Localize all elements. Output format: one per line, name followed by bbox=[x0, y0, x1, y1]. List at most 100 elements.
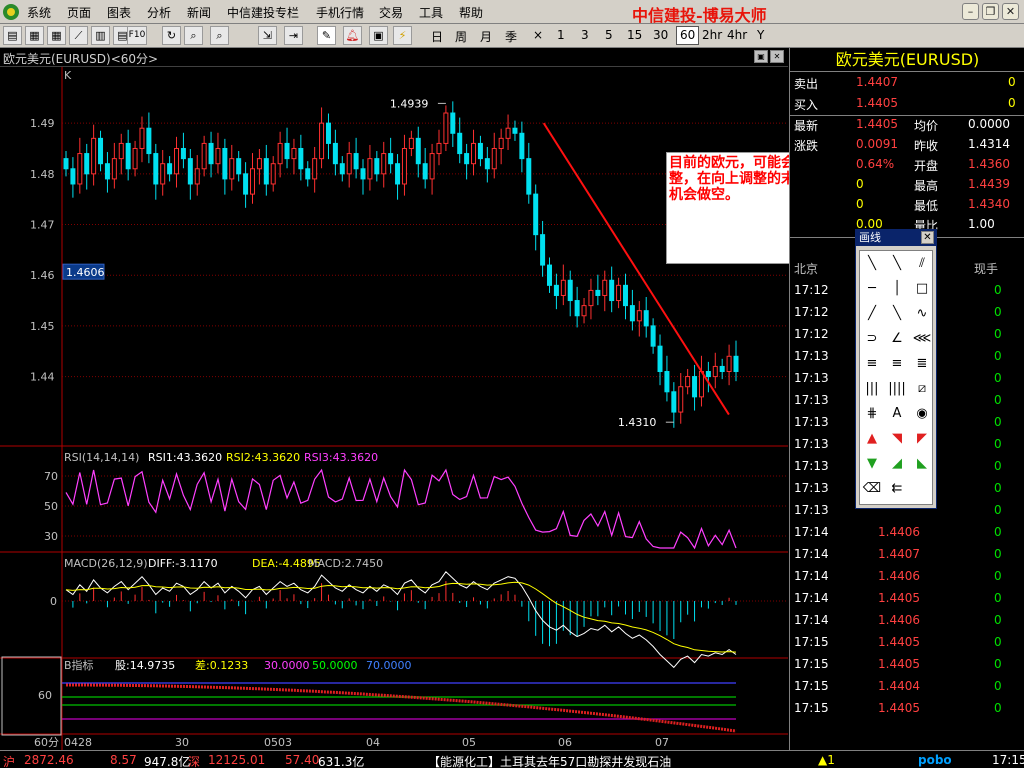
restore-icon[interactable]: ❐ bbox=[982, 3, 999, 20]
quote-stat-value2: 1.4360 bbox=[968, 157, 1010, 171]
channel-tool-icon[interactable]: ≣ bbox=[910, 352, 934, 375]
up-right-arrow-tool-icon[interactable]: ◥ bbox=[885, 427, 909, 450]
period-4hr[interactable]: 4hr bbox=[727, 28, 747, 42]
line-tool-icon[interactable]: ╲ bbox=[860, 252, 884, 275]
period-week[interactable]: 周 bbox=[455, 28, 467, 45]
vline-tool-icon[interactable]: │ bbox=[885, 277, 909, 300]
ray-tool-icon[interactable]: ╲ bbox=[885, 252, 909, 275]
tick-price: 1.4404 bbox=[878, 679, 920, 693]
period-15[interactable]: 15 bbox=[627, 28, 642, 42]
up-arrow-tool-icon[interactable]: ▲ bbox=[860, 427, 884, 450]
period-month[interactable]: 月 bbox=[480, 28, 492, 45]
menu-analysis[interactable]: 分析 bbox=[147, 4, 171, 21]
down-arrow-tool-icon[interactable]: ▼ bbox=[860, 452, 884, 475]
cycle-tool-icon[interactable]: ||| bbox=[860, 377, 884, 400]
rect-tool-icon[interactable]: □ bbox=[910, 277, 934, 300]
period-day[interactable]: 日 bbox=[431, 28, 443, 45]
table-icon[interactable]: ▦ bbox=[25, 26, 44, 45]
up-left-arrow-tool-icon[interactable]: ◤ bbox=[910, 427, 934, 450]
menu-help[interactable]: 帮助 bbox=[459, 4, 483, 21]
candle-body bbox=[678, 386, 684, 413]
candle-body bbox=[367, 158, 373, 180]
down-left-arrow-tool-icon[interactable]: ◣ bbox=[910, 452, 934, 475]
tick-time: 17:12 bbox=[794, 283, 829, 297]
fan-tool-icon[interactable]: ⋘ bbox=[910, 327, 934, 350]
parallel-tool-icon[interactable]: ⫽ bbox=[910, 252, 934, 275]
gann-tool-icon[interactable]: ≡ bbox=[885, 352, 909, 375]
alarm-bell-icon[interactable]: 🔔︎ bbox=[343, 26, 362, 45]
menu-citic-column[interactable]: 中信建投专栏 bbox=[227, 4, 299, 21]
tick-row: 17:15 1.4404 0 bbox=[790, 675, 1024, 697]
menu-chart[interactable]: 图表 bbox=[107, 4, 131, 21]
wave-tool-icon[interactable]: ∿ bbox=[910, 302, 934, 325]
export-icon[interactable]: ⇲ bbox=[258, 26, 277, 45]
period-2hr[interactable]: 2hr bbox=[702, 28, 722, 42]
status-time: 17:15 bbox=[992, 753, 1024, 767]
close-icon[interactable]: ✕ bbox=[1002, 3, 1019, 20]
quote-label: 买入 bbox=[794, 98, 819, 112]
price-tick-label: 1.44 bbox=[30, 371, 55, 384]
menu-tools[interactable]: 工具 bbox=[419, 4, 443, 21]
speed-tool-icon[interactable]: ⋕ bbox=[860, 402, 884, 425]
report-icon[interactable]: ▥ bbox=[91, 26, 110, 45]
candle-body bbox=[104, 163, 110, 180]
hline-tool-icon[interactable]: ─ bbox=[860, 277, 884, 300]
period-tool-icon[interactable]: |||| bbox=[885, 377, 909, 400]
period-3[interactable]: 3 bbox=[581, 28, 589, 42]
candle-body bbox=[84, 153, 90, 175]
box-tool-icon[interactable]: ⧄ bbox=[910, 377, 934, 400]
line-chart-icon[interactable]: ⟋ bbox=[69, 26, 88, 45]
minimize-icon[interactable]: – bbox=[962, 3, 979, 20]
search-icon[interactable]: ⌕ bbox=[210, 26, 229, 45]
status-sz-amount: 631.3亿 bbox=[318, 755, 365, 768]
undo-tool-icon[interactable]: ⇇ bbox=[885, 477, 909, 500]
draw-tool-icon[interactable]: ✎ bbox=[317, 26, 336, 45]
zoom-icon[interactable]: ⌕ bbox=[184, 26, 203, 45]
arrow-line-tool-icon[interactable]: ╲ bbox=[885, 302, 909, 325]
arc-tool-icon[interactable]: ⊃ bbox=[860, 327, 884, 350]
period-1[interactable]: 1 bbox=[557, 28, 565, 42]
menu-page[interactable]: 页面 bbox=[67, 4, 91, 21]
eraser-tool-icon[interactable]: ⌫ bbox=[860, 477, 884, 500]
segment-tool-icon[interactable]: ╱ bbox=[860, 302, 884, 325]
menu-system[interactable]: 系统 bbox=[27, 4, 51, 21]
down-right-arrow-tool-icon[interactable]: ◢ bbox=[885, 452, 909, 475]
fib-tool-icon[interactable]: ≡ bbox=[860, 352, 884, 375]
period-30[interactable]: 30 bbox=[653, 28, 668, 42]
angle-tool-icon[interactable]: ∠ bbox=[885, 327, 909, 350]
candle-body bbox=[395, 163, 401, 185]
circle-tool-icon[interactable]: ◉ bbox=[910, 402, 934, 425]
tick-volume: 0 bbox=[994, 349, 1002, 363]
period-close[interactable]: × bbox=[533, 28, 543, 42]
period-5[interactable]: 5 bbox=[605, 28, 613, 42]
x-axis-date-label: 30 bbox=[175, 736, 189, 749]
chart-close-icon[interactable]: ✕ bbox=[770, 50, 784, 63]
period-y[interactable]: Y bbox=[757, 28, 764, 42]
candle-body bbox=[353, 153, 359, 170]
quote-list-icon[interactable]: ▤ bbox=[3, 26, 22, 45]
f10-icon[interactable]: F10 bbox=[127, 26, 147, 45]
menu-news[interactable]: 新闻 bbox=[187, 4, 211, 21]
status-news[interactable]: 【能源化工】土耳其去年57口勘探井发现石油 bbox=[428, 753, 671, 768]
quote-stat-row: 涨跌 0.0091 昨收 1.4314 bbox=[790, 134, 1024, 155]
import-icon[interactable]: ⇥ bbox=[284, 26, 303, 45]
layout-icon[interactable]: ▣ bbox=[369, 26, 388, 45]
status-alert[interactable]: ▲1 bbox=[818, 753, 835, 767]
refresh-icon[interactable]: ↻ bbox=[162, 26, 181, 45]
menu-trade[interactable]: 交易 bbox=[379, 4, 403, 21]
macd-legend-diff: DIFF:-3.1170 bbox=[148, 557, 218, 570]
tick-time: 17:13 bbox=[794, 437, 829, 451]
candle-body bbox=[464, 153, 470, 165]
period-quarter[interactable]: 季 bbox=[505, 28, 517, 45]
status-sz-change: 57.40 bbox=[285, 753, 320, 767]
quote-value: 1.4405 bbox=[856, 96, 898, 110]
lightning-icon[interactable]: ⚡︎ bbox=[393, 26, 412, 45]
expand-icon[interactable]: ▣ bbox=[754, 50, 768, 63]
menu-mobile-quotes[interactable]: 手机行情 bbox=[316, 4, 364, 21]
text-tool-icon[interactable]: A bbox=[885, 402, 909, 425]
tick-volume: 0 bbox=[994, 305, 1002, 319]
period-60[interactable]: 60 bbox=[676, 26, 700, 45]
drawing-toolbox-close-icon[interactable]: ✕ bbox=[921, 231, 934, 244]
candle-body bbox=[70, 168, 76, 185]
grid-icon[interactable]: ▦ bbox=[47, 26, 66, 45]
